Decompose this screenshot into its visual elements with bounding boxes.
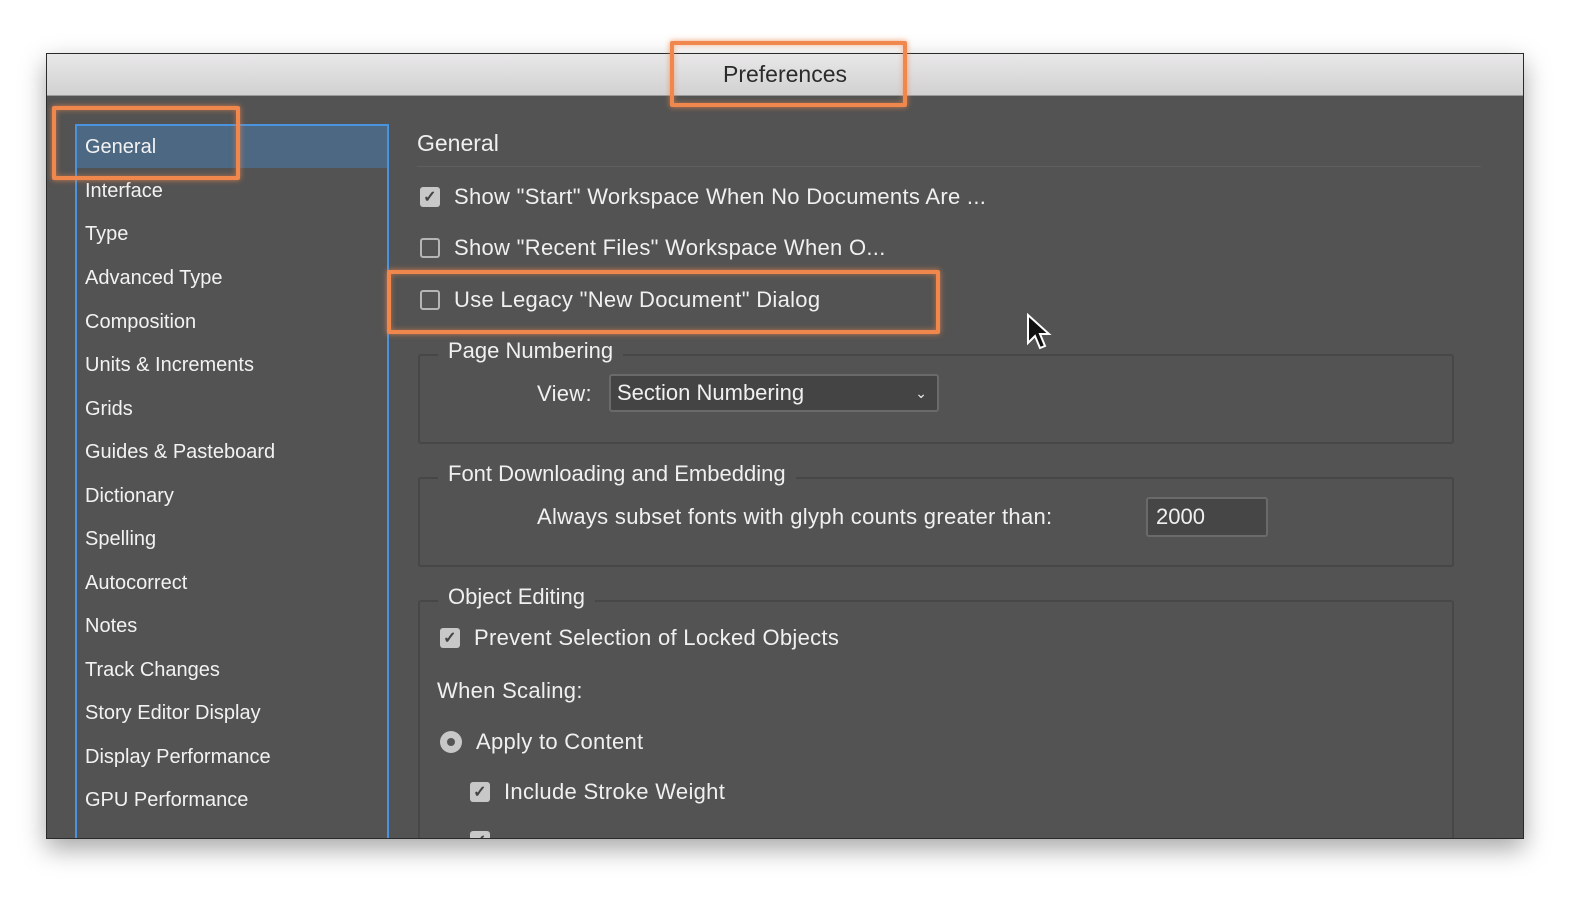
option-label: Show "Start" Workspace When No Documents… <box>454 184 987 209</box>
include-stroke-option[interactable]: ✓ Include Stroke Weight <box>470 779 725 805</box>
sidebar-item-display-performance[interactable]: Display Performance <box>85 736 271 778</box>
apply-to-content-option[interactable]: Apply to Content <box>440 729 643 755</box>
section-heading: General <box>417 130 499 156</box>
sidebar-item-guides[interactable]: Guides & Pasteboard <box>85 431 275 473</box>
sidebar-item-grids[interactable]: Grids <box>85 388 133 430</box>
option-label: Apply to Content <box>476 729 644 754</box>
sidebar-item-advanced-type[interactable]: Advanced Type <box>85 257 223 299</box>
view-dropdown-value: Section Numbering <box>617 380 805 405</box>
glyph-count-input[interactable]: 2000 <box>1146 497 1268 537</box>
heading-divider <box>417 166 1481 167</box>
option-label: Show "Recent Files" Workspace When O... <box>454 235 886 260</box>
chevron-down-icon: ⌄ <box>915 385 927 401</box>
sidebar-item-type[interactable]: Type <box>85 213 128 255</box>
show-recent-files-option[interactable]: Show "Recent Files" Workspace When O... <box>420 235 886 261</box>
sidebar-item-story-editor[interactable]: Story Editor Display <box>85 692 261 734</box>
radio-selected-icon[interactable] <box>440 731 462 753</box>
highlight-general <box>52 106 240 180</box>
clipped-option[interactable]: ✓ <box>470 831 504 838</box>
prevent-locked-option[interactable]: ✓ Prevent Selection of Locked Objects <box>440 625 839 651</box>
highlight-title <box>670 41 907 107</box>
mouse-cursor-icon <box>1027 313 1052 350</box>
highlight-legacy-option <box>387 270 940 334</box>
sidebar-item-notes[interactable]: Notes <box>85 605 137 647</box>
category-list[interactable]: General Interface Type Advanced Type Com… <box>75 124 389 838</box>
show-start-workspace-option[interactable]: ✓ Show "Start" Workspace When No Documen… <box>420 184 986 210</box>
preferences-window: Preferences General Interface Type Advan… <box>46 53 1524 839</box>
option-label: Include Stroke Weight <box>504 779 726 804</box>
checkbox-checked-icon[interactable]: ✓ <box>470 782 490 802</box>
view-label: View: <box>537 381 592 406</box>
sidebar-item-spelling[interactable]: Spelling <box>85 518 156 560</box>
group-title: Object Editing <box>438 584 595 610</box>
sidebar-item-autocorrect[interactable]: Autocorrect <box>85 562 187 604</box>
option-label: Prevent Selection of Locked Objects <box>474 625 840 650</box>
group-title: Font Downloading and Embedding <box>438 461 796 487</box>
view-dropdown[interactable]: Section Numbering ⌄ <box>609 374 939 412</box>
sidebar-item-dictionary[interactable]: Dictionary <box>85 475 174 517</box>
when-scaling-label: When Scaling: <box>437 678 583 703</box>
group-title: Page Numbering <box>438 338 624 364</box>
sidebar-item-units[interactable]: Units & Increments <box>85 344 254 386</box>
checkbox-unchecked-icon[interactable] <box>420 238 440 258</box>
subset-label: Always subset fonts with glyph counts gr… <box>537 504 1053 529</box>
sidebar-item-composition[interactable]: Composition <box>85 301 196 343</box>
sidebar-item-gpu-performance[interactable]: GPU Performance <box>85 779 248 821</box>
sidebar-item-track-changes[interactable]: Track Changes <box>85 649 220 691</box>
checkbox-checked-icon[interactable]: ✓ <box>440 628 460 648</box>
checkbox-checked-icon[interactable]: ✓ <box>420 187 440 207</box>
checkbox-checked-icon[interactable]: ✓ <box>470 831 490 838</box>
